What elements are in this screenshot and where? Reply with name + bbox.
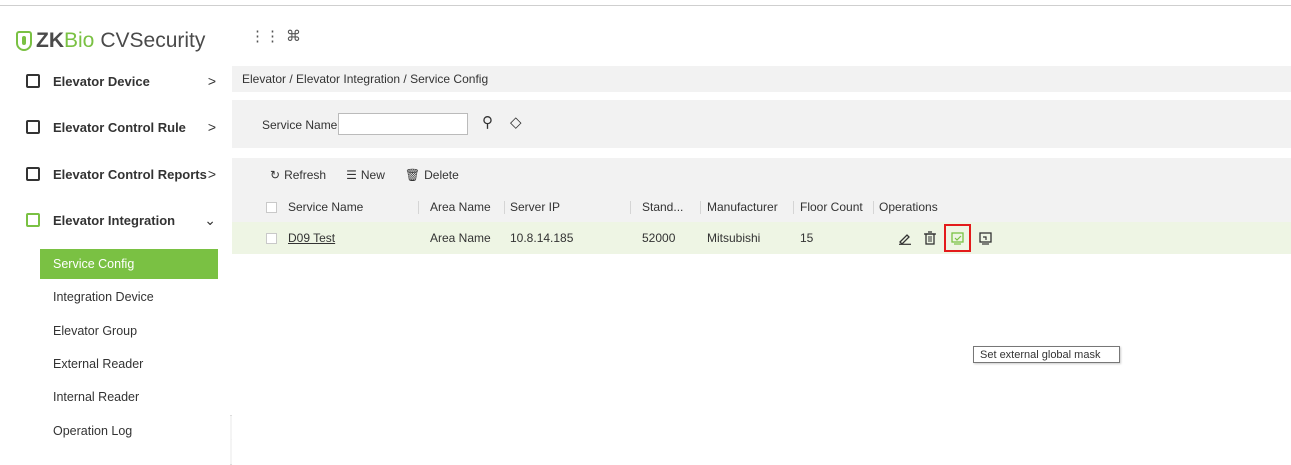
service-name-link[interactable]: D09 Test bbox=[288, 222, 335, 254]
sidebar-item-label: Elevator Integration bbox=[53, 212, 176, 228]
new-button[interactable]: ☰ New bbox=[346, 168, 385, 182]
logo-suffix: CVSecurity bbox=[100, 29, 206, 52]
edit-icon[interactable] bbox=[897, 230, 913, 246]
column-divider bbox=[873, 201, 874, 214]
column-header-manufacturer[interactable]: Manufacturer bbox=[707, 192, 778, 222]
command-icon[interactable]: ⌘ bbox=[286, 27, 301, 45]
trash-icon: 🗑 bbox=[404, 168, 421, 182]
area-name-cell: Area Name bbox=[430, 231, 491, 245]
sidebar-item-external-reader[interactable]: External Reader bbox=[40, 349, 218, 379]
highlight-box bbox=[944, 224, 971, 252]
table-row[interactable]: D09 Test Area Name 10.8.14.185 52000 Mit… bbox=[232, 222, 1291, 254]
toolbar: ↻ Refresh ☰ New 🗑 Delete bbox=[232, 158, 1291, 192]
search-label: Service Name bbox=[262, 118, 338, 132]
logo-mid: Bio bbox=[64, 29, 95, 52]
table-panel: ↻ Refresh ☰ New 🗑 Delete Service Name Ar… bbox=[232, 158, 1291, 465]
breadcrumb: Elevator / Elevator Integration / Servic… bbox=[232, 66, 1291, 92]
column-header-floor-count[interactable]: Floor Count bbox=[800, 192, 863, 222]
shield-logo-icon bbox=[16, 31, 32, 51]
mask-settings-icon[interactable] bbox=[978, 230, 994, 246]
column-divider bbox=[418, 201, 419, 214]
refresh-label: Refresh bbox=[284, 168, 327, 182]
sidebar-item-operation-log[interactable]: Operation Log bbox=[40, 416, 218, 446]
apps-grid-icon[interactable]: ⋮⋮ bbox=[250, 27, 280, 45]
chevron-right-icon: > bbox=[207, 119, 216, 135]
select-all-checkbox[interactable] bbox=[266, 201, 277, 213]
column-divider bbox=[793, 201, 794, 214]
refresh-button[interactable]: ↻ Refresh bbox=[270, 168, 326, 182]
sidebar-item-service-config[interactable]: Service Config bbox=[40, 249, 218, 279]
logo-prefix: ZK bbox=[36, 29, 64, 52]
sidebar-item-label: Elevator Control Rule bbox=[53, 119, 186, 135]
column-divider bbox=[504, 201, 505, 214]
clear-icon[interactable]: ◇ bbox=[510, 113, 522, 131]
delete-button[interactable]: 🗑 Delete bbox=[405, 168, 459, 182]
chevron-right-icon: > bbox=[207, 166, 216, 182]
search-bar: Service Name ⚲ ◇ bbox=[232, 100, 1291, 148]
chevron-right-icon: > bbox=[207, 73, 216, 89]
column-header-stand[interactable]: Stand... bbox=[642, 192, 683, 222]
top-border bbox=[0, 0, 1291, 6]
sidebar-item-integration-device[interactable]: Integration Device bbox=[40, 282, 218, 312]
rule-icon bbox=[26, 120, 40, 134]
table-header: Service Name Area Name Server IP Stand..… bbox=[232, 192, 1291, 222]
sidebar-item-internal-reader[interactable]: Internal Reader bbox=[40, 382, 218, 412]
column-header-server-ip[interactable]: Server IP bbox=[510, 192, 560, 222]
app-logo: ZK Bio CVSecurity bbox=[16, 26, 205, 56]
search-icon[interactable]: ⚲ bbox=[482, 113, 493, 131]
refresh-icon: ↻ bbox=[270, 168, 281, 182]
manufacturer-cell: Mitsubishi bbox=[707, 231, 761, 245]
sidebar-item-elevator-integration[interactable]: Elevator Integration ⌄ bbox=[0, 202, 230, 238]
chevron-down-icon: ⌄ bbox=[204, 211, 216, 228]
new-label: New bbox=[360, 168, 385, 182]
integration-icon bbox=[26, 213, 40, 227]
floor-count-cell: 15 bbox=[800, 231, 814, 245]
sidebar: ZK Bio CVSecurity Elevator Device > Elev… bbox=[0, 20, 230, 465]
service-name-input[interactable] bbox=[338, 113, 468, 135]
delete-icon[interactable] bbox=[922, 230, 938, 246]
main-content: Elevator / Elevator Integration / Servic… bbox=[232, 66, 1291, 465]
delete-label: Delete bbox=[424, 168, 459, 182]
reports-icon bbox=[26, 167, 40, 181]
sidebar-item-label: Elevator Device bbox=[53, 73, 150, 89]
new-icon: ☰ bbox=[346, 168, 357, 182]
column-divider bbox=[700, 201, 701, 214]
server-ip-cell: 10.8.14.185 bbox=[510, 231, 574, 245]
column-header-service-name[interactable]: Service Name bbox=[288, 192, 363, 222]
stand-cell: 52000 bbox=[642, 231, 676, 245]
sidebar-item-elevator-control-rule[interactable]: Elevator Control Rule > bbox=[0, 109, 230, 145]
sidebar-item-elevator-group[interactable]: Elevator Group bbox=[40, 316, 218, 346]
sidebar-item-label: Elevator Control Reports bbox=[53, 166, 207, 182]
tooltip: Set external global mask bbox=[973, 346, 1120, 363]
column-header-area-name[interactable]: Area Name bbox=[430, 192, 491, 222]
device-icon bbox=[26, 74, 40, 88]
row-checkbox[interactable] bbox=[266, 232, 277, 244]
column-divider bbox=[630, 201, 631, 214]
column-header-operations: Operations bbox=[879, 200, 938, 214]
sidebar-item-elevator-control-reports[interactable]: Elevator Control Reports > bbox=[0, 156, 230, 192]
sidebar-item-elevator-device[interactable]: Elevator Device > bbox=[0, 63, 230, 99]
